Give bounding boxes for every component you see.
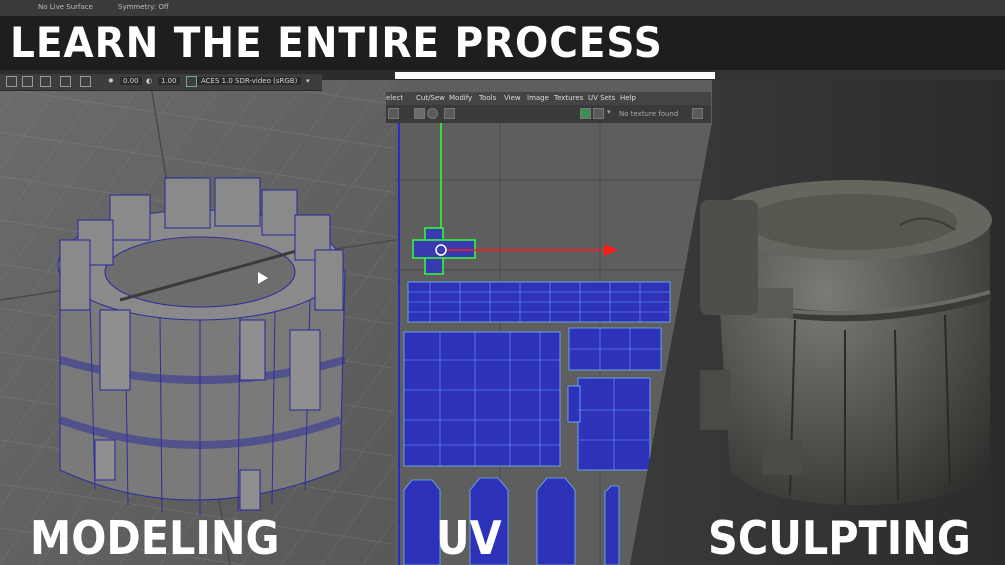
symmetry-text: Symmetry: Off bbox=[118, 3, 169, 11]
uv-shaded-icon[interactable] bbox=[427, 108, 438, 119]
uv-checker-icon[interactable] bbox=[593, 108, 604, 119]
uv-select-icon[interactable] bbox=[388, 108, 399, 119]
chevron-down-icon[interactable]: ▾ bbox=[306, 77, 310, 85]
wireframe-icon[interactable] bbox=[40, 76, 51, 87]
shading-icon[interactable] bbox=[60, 76, 71, 87]
camera-icon[interactable] bbox=[22, 76, 33, 87]
menu-uv-sets[interactable]: UV Sets bbox=[588, 94, 615, 102]
gamma-field[interactable]: 1.00 bbox=[158, 77, 180, 85]
menu-modify[interactable]: Modify bbox=[449, 94, 472, 102]
uv-editor-toolbar: ▾ No texture found bbox=[386, 105, 711, 123]
panel-divider-line bbox=[395, 72, 715, 79]
menu-select[interactable]: elect bbox=[386, 94, 403, 102]
live-surface-text: No Live Surface bbox=[38, 3, 93, 11]
viewport-toolbar: ✹ 0.00 ◐ 1.00 ACES 1.0 SDR-video (sRGB) … bbox=[0, 74, 322, 91]
uv-grid-icon[interactable] bbox=[414, 108, 425, 119]
menu-help[interactable]: Help bbox=[620, 94, 636, 102]
grid-icon[interactable] bbox=[6, 76, 17, 87]
view-transform-select[interactable]: ACES 1.0 SDR-video (sRGB) bbox=[197, 77, 302, 85]
color-management-icon[interactable] bbox=[186, 76, 197, 87]
exposure-icon[interactable]: ✹ bbox=[108, 77, 114, 85]
texture-status: No texture found bbox=[619, 110, 679, 118]
menu-textures[interactable]: Textures bbox=[554, 94, 583, 102]
barrel-wireframe bbox=[57, 177, 347, 515]
menu-tools[interactable]: Tools bbox=[479, 94, 496, 102]
uv-image-icon[interactable] bbox=[444, 108, 455, 119]
menu-cut-sew[interactable]: Cut/Sew bbox=[416, 94, 445, 102]
menu-image[interactable]: Image bbox=[527, 94, 549, 102]
modeling-label: MODELING bbox=[30, 511, 280, 565]
gamma-icon[interactable]: ◐ bbox=[146, 77, 152, 85]
uv-texture-icon[interactable] bbox=[580, 108, 591, 119]
uv-settings-icon[interactable] bbox=[692, 108, 703, 119]
menu-view[interactable]: View bbox=[504, 94, 521, 102]
lighting-icon[interactable] bbox=[80, 76, 91, 87]
sculpting-label: SCULPTING bbox=[708, 511, 971, 565]
thumbnail: No Live Surface Symmetry: Off LEARN THE … bbox=[0, 0, 1005, 565]
sculpted-barrel bbox=[700, 180, 992, 505]
exposure-field[interactable]: 0.00 bbox=[120, 77, 142, 85]
uv-editor-menubar: elect Cut/Sew Modify Tools View Image Te… bbox=[386, 92, 711, 105]
chevron-down-icon[interactable]: ▾ bbox=[607, 108, 611, 116]
banner-title: LEARN THE ENTIRE PROCESS bbox=[10, 18, 663, 67]
uv-label: UV bbox=[436, 511, 502, 565]
